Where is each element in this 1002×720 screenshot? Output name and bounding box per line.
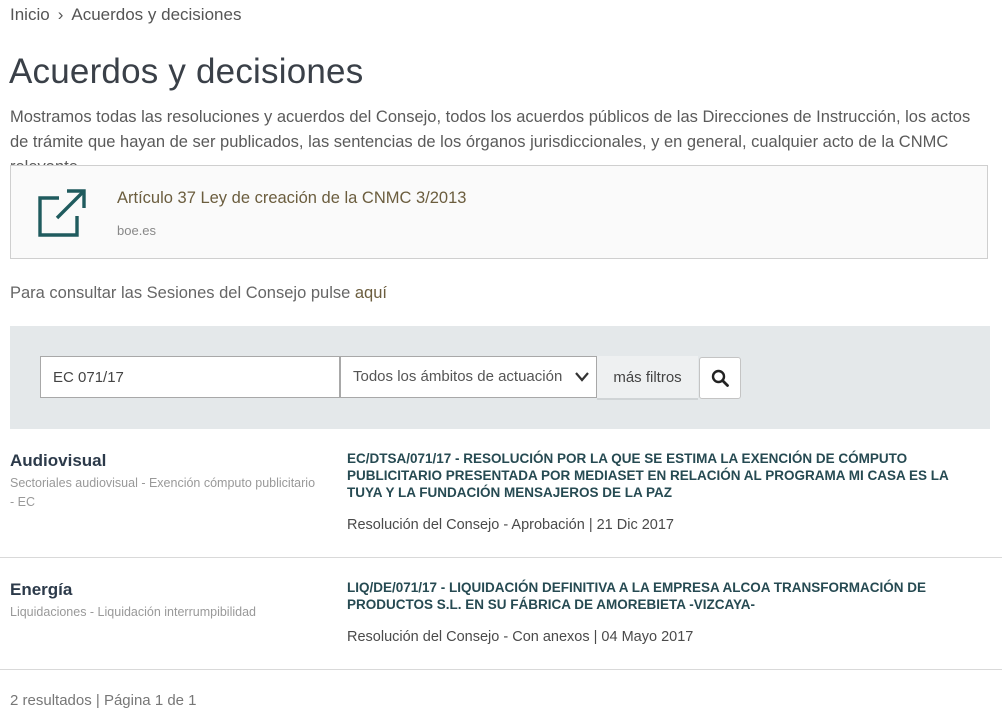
breadcrumb-separator: › <box>57 5 64 24</box>
breadcrumb-current: Acuerdos y decisiones <box>71 5 242 24</box>
ambit-select[interactable]: Todos los ámbitos de actuación <box>340 356 597 398</box>
chevron-down-icon <box>575 372 589 382</box>
link-card-domain: boe.es <box>117 223 157 238</box>
link-card-title[interactable]: Artículo 37 Ley de creación de la CNMC 3… <box>117 189 466 208</box>
more-filters-button[interactable]: más filtros <box>597 356 698 400</box>
ambit-select-value: Todos los ámbitos de actuación <box>353 368 563 385</box>
council-sessions-note: Para consultar las Sesiones del Consejo … <box>10 284 387 303</box>
breadcrumb: Inicio › Acuerdos y decisiones <box>10 5 241 25</box>
result-sector[interactable]: Energía <box>10 580 72 600</box>
page-title: Acuerdos y decisiones <box>9 52 364 91</box>
pagination-summary: 2 resultados | Página 1 de 1 <box>10 692 197 709</box>
external-link-icon <box>38 189 86 237</box>
result-meta: Resolución del Consejo - Aprobación | 21… <box>347 517 674 533</box>
council-sessions-link[interactable]: aquí <box>355 284 387 302</box>
result-subsector: Sectoriales audiovisual - Exención cómpu… <box>10 476 316 509</box>
result-title-link[interactable]: LIQ/DE/071/17 - LIQUIDACIÓN DEFINITIVA A… <box>347 579 987 613</box>
result-title-link[interactable]: EC/DTSA/071/17 - RESOLUCIÓN POR LA QUE S… <box>347 450 987 501</box>
result-subsector: Liquidaciones - Liquidación interrumpibi… <box>10 605 256 619</box>
result-item: Energía Liquidaciones - Liquidación inte… <box>0 558 1002 670</box>
result-item: Audiovisual Sectoriales audiovisual - Ex… <box>0 429 1002 558</box>
search-icon <box>711 369 729 387</box>
search-panel: Todos los ámbitos de actuación más filtr… <box>10 326 990 429</box>
council-sessions-text: Para consultar las Sesiones del Consejo … <box>10 284 355 302</box>
search-button[interactable] <box>699 357 741 399</box>
breadcrumb-home-link[interactable]: Inicio <box>10 5 50 24</box>
external-link-card[interactable]: Artículo 37 Ley de creación de la CNMC 3… <box>10 165 988 259</box>
result-sector[interactable]: Audiovisual <box>10 451 106 471</box>
result-meta: Resolución del Consejo - Con anexos | 04… <box>347 629 694 645</box>
search-input[interactable] <box>40 356 340 398</box>
